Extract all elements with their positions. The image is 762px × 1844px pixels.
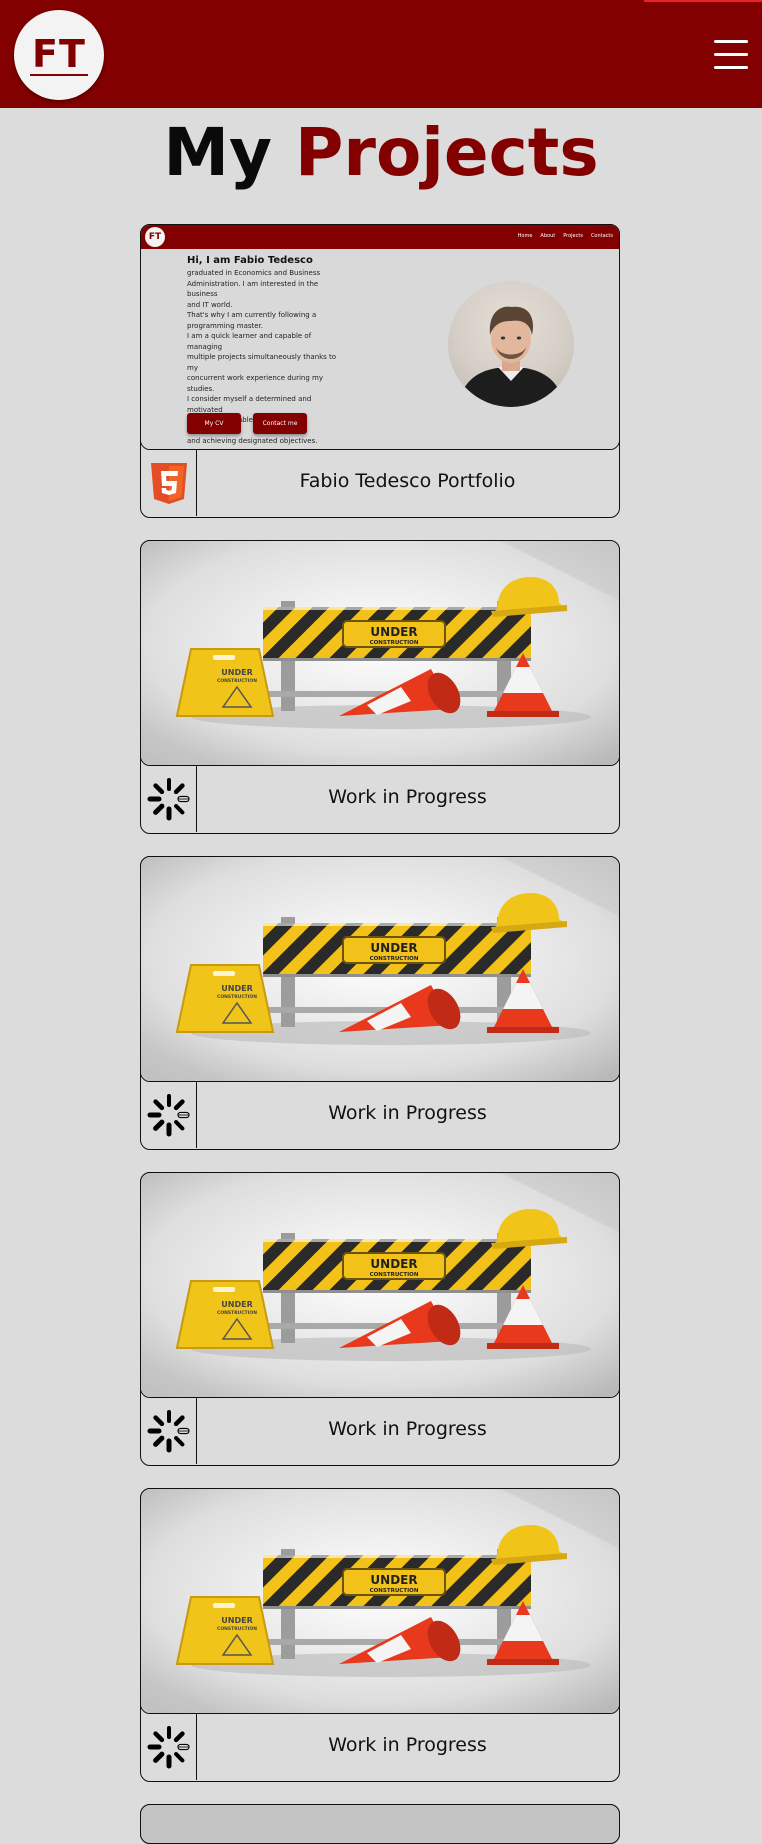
- preview-logo: FT: [145, 227, 165, 247]
- page-title-part2: Projects: [295, 114, 599, 191]
- project-card[interactable]: UNDER CONSTRUCTION UNDER CONSTRUCTION Wo…: [140, 1172, 620, 1466]
- project-preview-image[interactable]: UNDER CONSTRUCTION UNDER CONSTRUCTION: [140, 540, 620, 766]
- project-preview-image[interactable]: FT Home About Projects Contacts Hi, I am…: [140, 224, 620, 450]
- project-title: Fabio Tedesco Portfolio: [299, 470, 516, 492]
- project-title: Work in Progress: [328, 1102, 487, 1124]
- profile-photo: [448, 281, 574, 407]
- navbar: FT: [0, 0, 762, 108]
- preview-nav-home: Home: [517, 233, 533, 239]
- under-construction-image: UNDER CONSTRUCTION UNDER CONSTRUCTION: [141, 541, 619, 765]
- project-title: Work in Progress: [328, 1418, 487, 1440]
- under-construction-image: UNDER CONSTRUCTION UNDER CONSTRUCTION: [141, 1489, 619, 1713]
- svg-text:CONSTRUCTION: CONSTRUCTION: [370, 640, 419, 646]
- hamburger-menu-icon[interactable]: [714, 40, 748, 70]
- svg-text:CONSTRUCTION: CONSTRUCTION: [217, 994, 257, 1000]
- svg-text:UNDER: UNDER: [221, 1300, 252, 1309]
- svg-text:UNDER: UNDER: [370, 941, 417, 955]
- project-card[interactable]: UNDER CONSTRUCTION UNDER CONSTRUCTION Wo…: [140, 856, 620, 1150]
- project-title: Work in Progress: [328, 786, 487, 808]
- scroll-progress-bar: [644, 0, 762, 2]
- preview-contact-button: Contact me: [253, 413, 307, 434]
- project-card-footer: Work in Progress: [141, 766, 618, 832]
- svg-text:UNDER: UNDER: [370, 1257, 417, 1271]
- project-card[interactable]: UNDER CONSTRUCTION UNDER CONSTRUCTION Wo…: [140, 540, 620, 834]
- svg-text:CONSTRUCTION: CONSTRUCTION: [370, 1272, 419, 1278]
- loading-spinner-icon: [141, 1082, 197, 1148]
- loading-spinner-icon: [141, 1714, 197, 1780]
- project-preview-image[interactable]: UNDER CONSTRUCTION UNDER CONSTRUCTION: [140, 856, 620, 1082]
- loading-spinner-icon: [141, 1398, 197, 1464]
- page-title-part1: My: [163, 114, 273, 191]
- project-preview-image[interactable]: UNDER CONSTRUCTION UNDER CONSTRUCTION: [140, 1172, 620, 1398]
- project-card-footer: Work in Progress: [141, 1714, 618, 1780]
- svg-text:CONSTRUCTION: CONSTRUCTION: [217, 678, 257, 684]
- project-title: Work in Progress: [328, 1734, 487, 1756]
- project-card[interactable]: FT Home About Projects Contacts Hi, I am…: [140, 224, 620, 518]
- svg-text:CONSTRUCTION: CONSTRUCTION: [370, 956, 419, 962]
- svg-text:CONSTRUCTION: CONSTRUCTION: [217, 1626, 257, 1632]
- under-construction-image: UNDER CONSTRUCTION UNDER CONSTRUCTION: [141, 1173, 619, 1397]
- svg-text:UNDER: UNDER: [221, 1616, 252, 1625]
- preview-nav-contacts: Contacts: [590, 233, 613, 239]
- logo-text: FT: [30, 32, 88, 76]
- page-title: My Projects: [0, 108, 762, 198]
- project-card-footer: Work in Progress: [141, 1082, 618, 1148]
- html5-icon: [141, 450, 197, 516]
- preview-nav-links: Home About Projects Contacts: [518, 233, 613, 239]
- preview-heading: Hi, I am Fabio Tedesco: [187, 255, 313, 266]
- portfolio-screenshot: FT Home About Projects Contacts Hi, I am…: [141, 225, 619, 449]
- svg-text:CONSTRUCTION: CONSTRUCTION: [370, 1588, 419, 1594]
- svg-text:UNDER: UNDER: [221, 668, 252, 677]
- preview-cv-button: My CV: [187, 413, 241, 434]
- svg-text:UNDER: UNDER: [221, 984, 252, 993]
- project-preview-image[interactable]: [140, 1804, 620, 1844]
- project-card-partial[interactable]: [140, 1804, 620, 1844]
- preview-navbar: FT Home About Projects Contacts: [141, 225, 619, 249]
- svg-text:UNDER: UNDER: [370, 1573, 417, 1587]
- under-construction-image: UNDER CONSTRUCTION UNDER CONSTRUCTION: [141, 857, 619, 1081]
- project-card-footer: Fabio Tedesco Portfolio: [141, 450, 618, 516]
- preview-nav-projects: Projects: [563, 233, 583, 239]
- svg-text:UNDER: UNDER: [370, 625, 417, 639]
- project-preview-image[interactable]: UNDER CONSTRUCTION UNDER CONSTRUCTION: [140, 1488, 620, 1714]
- logo[interactable]: FT: [14, 10, 104, 100]
- loading-spinner-icon: [141, 766, 197, 832]
- preview-nav-about: About: [540, 233, 556, 239]
- svg-text:CONSTRUCTION: CONSTRUCTION: [217, 1310, 257, 1316]
- project-card[interactable]: UNDER CONSTRUCTION UNDER CONSTRUCTION Wo…: [140, 1488, 620, 1782]
- project-card-footer: Work in Progress: [141, 1398, 618, 1464]
